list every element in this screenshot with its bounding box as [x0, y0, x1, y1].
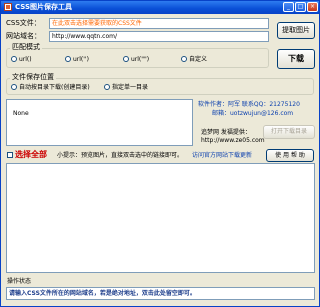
radio-custom[interactable]: 自定义: [181, 55, 207, 64]
radio-circle: [104, 84, 110, 90]
radio-circle: [181, 56, 187, 62]
radio-url-single-quote[interactable]: url(''): [65, 55, 89, 64]
radio-url-plain[interactable]: url(): [11, 55, 32, 64]
title-bar[interactable]: CSS图片保存工具 _ □ ×: [1, 1, 319, 14]
author-email: 邮箱：uotzwujun@126.com: [212, 110, 294, 117]
css-file-input[interactable]: 在此双击选择需要获取的CSS文件: [49, 18, 269, 29]
radio-url-double-quote[interactable]: url(""): [123, 55, 149, 64]
css-file-label: CSS文件：: [6, 19, 41, 27]
radio-circle: [11, 84, 17, 90]
download-button[interactable]: 下载: [277, 49, 315, 69]
image-preview-area: [6, 163, 315, 273]
visit-official-site-link[interactable]: 访问官方网站下载更新: [192, 152, 252, 160]
site-domain-label: 网站域名：: [6, 32, 41, 40]
radio-circle: [123, 56, 129, 62]
download-site-label: 追梦网 发福提供：: [201, 129, 251, 136]
window-title: CSS图片保存工具: [15, 3, 73, 11]
app-window: CSS图片保存工具 _ □ × CSS文件： 在此双击选择需要获取的CSS文件 …: [0, 0, 320, 307]
match-mode-title: 匹配模式: [10, 43, 42, 52]
maximize-button[interactable]: □: [295, 2, 306, 12]
checkbox-box: [7, 152, 13, 158]
open-download-dir-button[interactable]: 打开下载目录: [263, 125, 315, 139]
app-icon: [4, 3, 12, 11]
site-domain-input[interactable]: http://www.qqtn.com/: [49, 31, 269, 42]
help-button[interactable]: 使 用 帮 助: [266, 149, 314, 162]
save-location-title: 文件保存位置: [10, 73, 56, 82]
status-title: 操作状态: [7, 278, 32, 285]
author-info: 软件作者：阿军 联系QQ：21275120: [198, 101, 300, 108]
close-button[interactable]: ×: [307, 2, 318, 12]
tip-text: 小提示：预览图片，直接双击选中的链接即可。: [57, 152, 184, 159]
radio-circle: [11, 56, 17, 62]
radio-circle: [65, 56, 71, 62]
download-site-url[interactable]: http://www.ze05.com: [201, 137, 265, 145]
select-all-checkbox[interactable]: 选择全部: [7, 150, 47, 160]
image-link-list[interactable]: None: [6, 99, 193, 146]
radio-auto-directory[interactable]: 自动按目录下载(创建目录): [11, 83, 90, 92]
radio-single-directory[interactable]: 指定单一目录: [104, 83, 148, 92]
fetch-images-button[interactable]: 提取图片: [277, 22, 315, 39]
status-text[interactable]: 请输入CSS文件所在的网站域名，若是绝对地址，双击此处留空即可。: [6, 287, 315, 300]
minimize-button[interactable]: _: [283, 2, 294, 12]
list-empty-text: None: [13, 110, 29, 117]
